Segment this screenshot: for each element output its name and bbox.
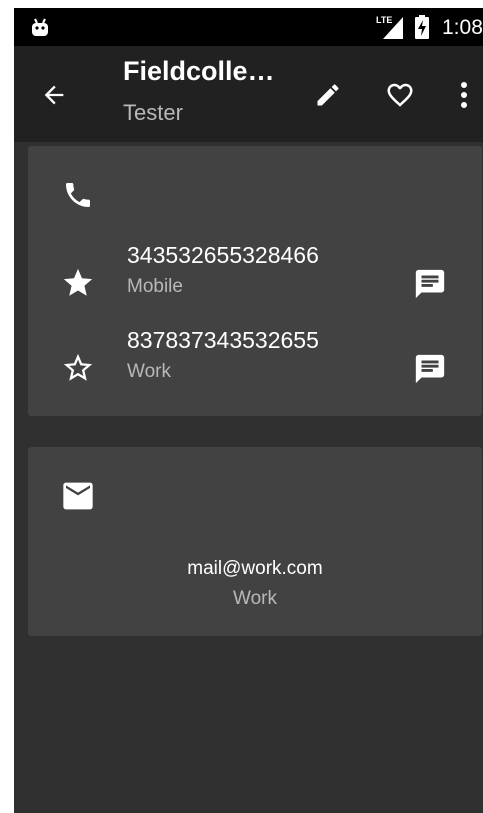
phone-entry[interactable]: 343532655328466 Mobile	[28, 242, 482, 306]
phone-icon	[66, 183, 90, 207]
more-vert-icon	[461, 82, 467, 108]
contact-subtitle: Tester	[123, 100, 183, 125]
favorite-button[interactable]	[380, 75, 420, 115]
android-icon	[32, 18, 48, 36]
contact-title: Fieldcolle…	[123, 56, 275, 86]
edit-pencil-icon	[317, 84, 339, 106]
email-icon	[63, 482, 93, 510]
battery-charging-icon	[415, 15, 429, 39]
email-address[interactable]: mail@work.com	[28, 558, 482, 580]
email-card: mail@work.com Work	[28, 447, 482, 636]
edit-button[interactable]	[308, 75, 348, 115]
star-outline-icon[interactable]	[61, 351, 95, 385]
message-button[interactable]	[408, 347, 452, 391]
more-options-button[interactable]	[450, 75, 478, 115]
back-button[interactable]	[34, 75, 74, 115]
email-type: Work	[233, 588, 277, 609]
phone-entry[interactable]: 837837343532655 Work	[28, 327, 482, 391]
status-bar: LTE 1:08	[14, 8, 483, 46]
lte-signal-icon	[383, 17, 403, 39]
phone-number: 343532655328466	[127, 242, 319, 268]
message-button[interactable]	[408, 262, 452, 306]
status-time: 1:08	[442, 16, 483, 39]
phone-card: 343532655328466 Mobile 837837343532655 W…	[28, 146, 482, 416]
message-icon	[415, 269, 445, 299]
phone-type: Mobile	[127, 276, 183, 297]
phone-type: Work	[127, 361, 171, 382]
device-screen: LTE 1:08 Fieldcolle… Tester 343532655328…	[14, 8, 483, 813]
star-filled-icon[interactable]	[61, 266, 95, 300]
message-icon	[415, 354, 445, 384]
phone-number: 837837343532655	[127, 327, 319, 353]
back-arrow-icon	[44, 85, 64, 105]
heart-outline-icon	[387, 83, 413, 107]
app-bar: Fieldcolle… Tester	[14, 46, 483, 142]
